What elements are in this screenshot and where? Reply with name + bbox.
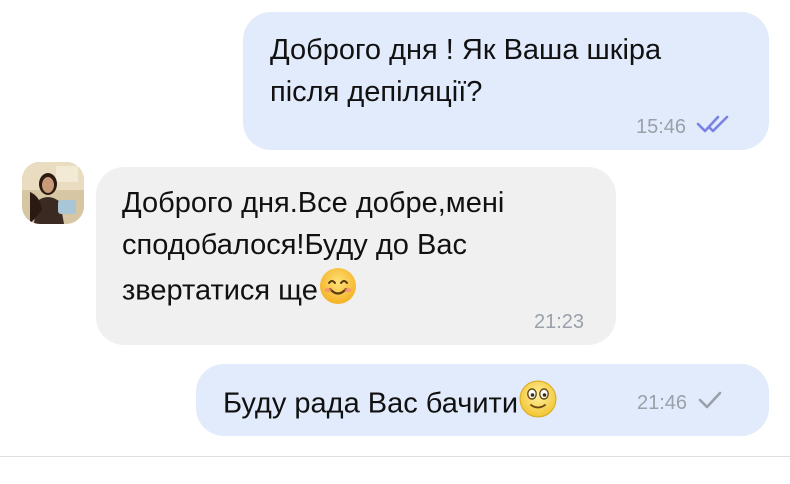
message-text: Буду рада Вас бачити <box>223 379 558 431</box>
message-time: 21:46 <box>637 391 688 414</box>
chat-thread: Доброго дня ! Як Ваша шкіра після депіля… <box>0 0 790 484</box>
avatar-photo <box>22 162 84 224</box>
outgoing-message[interactable]: Буду рада Вас бачити 21:46 <box>196 364 769 436</box>
message-text: Доброго дня ! Як Ваша шкіра після депіля… <box>270 34 662 108</box>
message-meta: 21:23 <box>534 311 584 334</box>
message-text-body: Доброго дня.Все добре,мені сподобалося!Б… <box>122 187 505 307</box>
message-text: Доброго дня.Все добре,мені сподобалося!Б… <box>122 182 602 318</box>
message-meta: 15:46 <box>636 115 730 139</box>
smiling-face-open-eyes-emoji-icon <box>518 379 558 431</box>
message-time: 21:23 <box>534 311 585 333</box>
message-time: 15:46 <box>636 115 687 138</box>
smiling-face-emoji-icon <box>318 266 358 318</box>
incoming-message[interactable]: Доброго дня.Все добре,мені сподобалося!Б… <box>96 167 616 345</box>
double-check-read-icon <box>696 115 730 139</box>
message-text-body: Буду рада Вас бачити <box>223 387 519 420</box>
message-meta: 21:46 <box>637 391 723 415</box>
input-divider <box>0 456 790 457</box>
outgoing-message[interactable]: Доброго дня ! Як Ваша шкіра після депіля… <box>243 12 769 150</box>
single-check-sent-icon <box>697 391 723 415</box>
contact-avatar[interactable] <box>22 162 84 224</box>
